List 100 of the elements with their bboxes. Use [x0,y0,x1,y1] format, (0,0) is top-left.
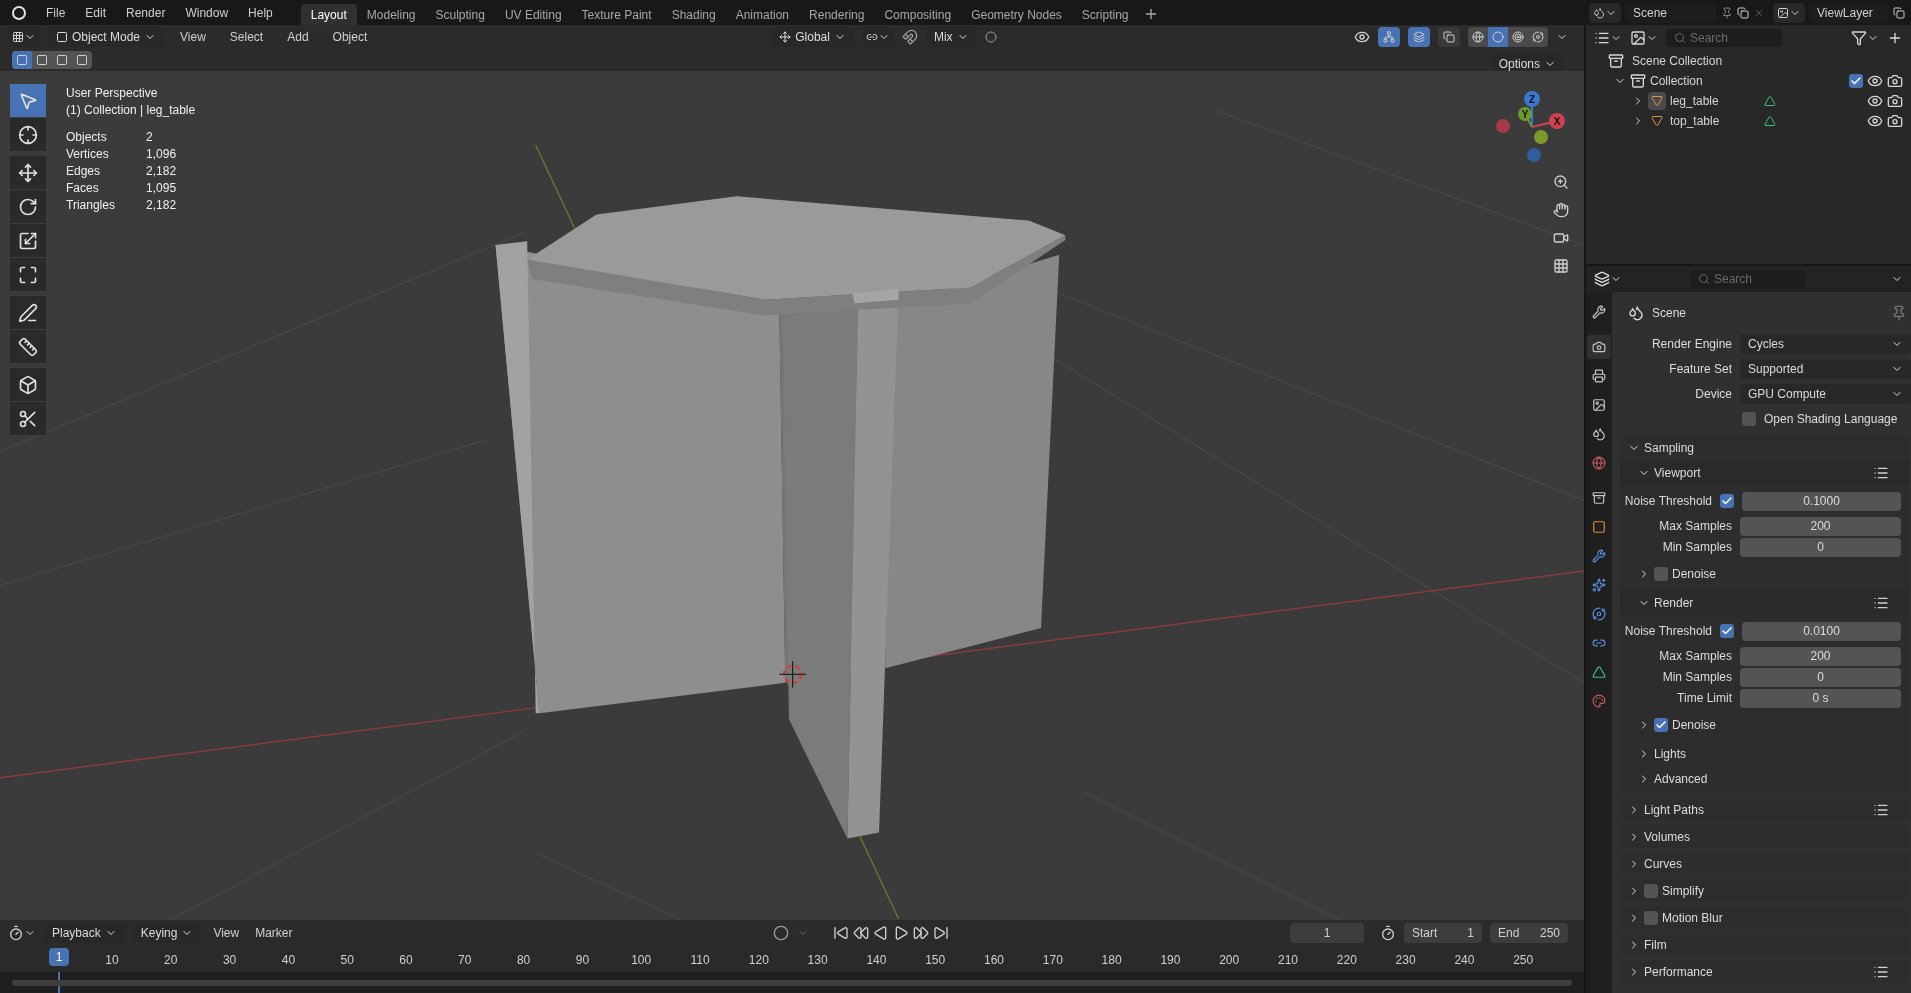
workspace-tab[interactable]: Rendering [799,4,875,25]
orientation-dropdown[interactable]: Global [771,27,854,47]
play-reverse-icon[interactable] [872,925,889,941]
checkbox[interactable] [1849,74,1863,88]
menu-dropdown[interactable]: Playback [44,923,125,943]
record-icon[interactable] [772,925,789,941]
view-layer-type-button[interactable] [1773,2,1805,23]
jump-end-icon[interactable] [932,925,949,941]
number-field[interactable]: 0 s [1740,688,1901,708]
previous-key-icon[interactable] [852,925,869,941]
outliner-item[interactable]: leg_table [1670,92,1760,110]
menu-item[interactable]: Marker [251,924,297,942]
checkbox[interactable] [1720,624,1734,638]
crosshair-tool[interactable] [10,118,46,151]
panel-title[interactable]: Simplify [1662,881,1704,900]
select-mode-button[interactable] [32,51,52,69]
menu-dropdown[interactable]: Keying [132,923,202,943]
subpanel-title[interactable]: Denoise [1672,564,1717,583]
filter-button[interactable] [1851,30,1879,46]
options-dropdown[interactable]: Options [1490,54,1564,74]
scissors-tool[interactable] [10,402,46,435]
workspace-tab[interactable]: Compositing [874,4,962,25]
current-frame-field[interactable]: 1 [1290,923,1364,943]
camera-tab[interactable] [1587,335,1611,359]
workspace-tab[interactable]: Layout [300,4,357,25]
menu-item[interactable]: Edit [77,3,115,22]
menu-item[interactable]: Add [279,28,317,46]
checkbox[interactable] [1654,717,1668,732]
subpanel-title[interactable]: Render [1654,593,1694,612]
menu-item[interactable]: View [209,924,244,942]
menu-item[interactable]: Select [221,28,272,46]
copy-icon[interactable] [1893,6,1905,19]
scale-tool[interactable] [10,224,46,257]
axis-handle[interactable]: X [1531,113,1565,129]
camera-icon[interactable] [1887,93,1903,109]
select-box-tool[interactable] [10,84,46,117]
display-mode-button[interactable] [1594,30,1622,46]
subpanel-title[interactable]: Lights [1654,744,1687,763]
workspace-tab[interactable]: Shading [661,4,726,25]
next-key-icon[interactable] [912,925,929,941]
rotate-tool[interactable] [10,190,46,223]
scene-field[interactable]: Scene [1625,2,1717,23]
overlay-toggle[interactable] [1408,27,1430,47]
mesh-data-icon[interactable] [1764,95,1776,107]
view-filter-button[interactable] [1630,30,1658,46]
pin-icon[interactable] [1721,6,1733,19]
menu-item[interactable]: View [172,28,214,46]
snap-dropdown[interactable]: Mix [925,27,977,47]
workspace-tab[interactable]: Scripting [1071,4,1139,25]
panel-title[interactable]: Film [1644,935,1667,954]
dropdown[interactable]: GPU Compute [1740,384,1911,404]
mode-dropdown[interactable]: Object Mode [48,27,165,47]
subpanel-title[interactable]: Viewport [1654,463,1701,482]
panel-title[interactable]: Curves [1644,854,1682,873]
ruler-tool[interactable] [10,330,46,363]
panel-title[interactable]: Sampling [1644,438,1695,457]
mesh-data-icon[interactable] [1764,115,1776,127]
panel-title[interactable]: Motion Blur [1662,908,1723,927]
move-tool[interactable] [10,156,46,189]
editor-type-button[interactable] [8,925,36,941]
camera-icon[interactable] [1887,73,1903,89]
menu-item[interactable]: Window [177,3,237,22]
wireframe-sphere-button[interactable] [1468,27,1488,47]
workspace-tab[interactable]: Animation [725,4,800,25]
editor-type-button[interactable] [1594,271,1622,287]
number-field[interactable]: 200 [1740,516,1901,536]
negative-axis-handle[interactable] [1534,130,1548,144]
select-mode-button[interactable] [12,51,32,69]
workspace-tab[interactable]: Geometry Nodes [961,4,1072,25]
checkbox[interactable] [1742,412,1756,426]
select-mode-button[interactable] [72,51,92,69]
workspace-tab[interactable]: Sculpting [425,4,495,25]
viewport[interactable]: User Perspective (1) Collection | leg_table Objects 2 Vertices 1,096 Edges 2,182 Faces 1,095 Triangles 2,182 Z Y X [0,71,1584,920]
dropdown[interactable]: Cycles [1740,334,1911,354]
subpanel-title[interactable]: Denoise [1672,715,1717,734]
logo-icon[interactable] [12,5,26,20]
menu-item[interactable]: Object [324,28,376,46]
workspace-tab[interactable]: Texture Paint [571,4,662,25]
subpanel-title[interactable]: Advanced [1654,769,1708,788]
view-layer-field[interactable]: ViewLayer [1809,2,1889,23]
rendered-sphere-button[interactable] [1528,27,1548,47]
negative-axis-handle[interactable] [1527,148,1541,162]
checkbox[interactable] [1644,910,1658,925]
number-field[interactable]: 0.0100 [1742,621,1901,641]
visibility-icon[interactable] [1354,29,1370,45]
cube-tool[interactable] [10,368,46,401]
menu-item[interactable]: Help [240,3,281,22]
workspace-tab[interactable]: UV Editing [494,4,572,25]
pin-icon[interactable] [1891,305,1907,321]
mesh-object-icon[interactable] [1648,92,1666,110]
stopwatch-icon[interactable] [1380,925,1396,941]
jump-start-icon[interactable] [832,925,849,941]
pencil-tool[interactable] [10,296,46,329]
transform-tool[interactable] [10,258,46,291]
checkbox[interactable] [1644,883,1658,898]
dropdown[interactable]: Supported [1740,359,1911,379]
xray-toggle[interactable] [1438,27,1460,47]
scrollbar[interactable] [12,980,1572,986]
menu-item[interactable]: Render [118,3,174,22]
number-field[interactable]: 200 [1740,646,1901,666]
